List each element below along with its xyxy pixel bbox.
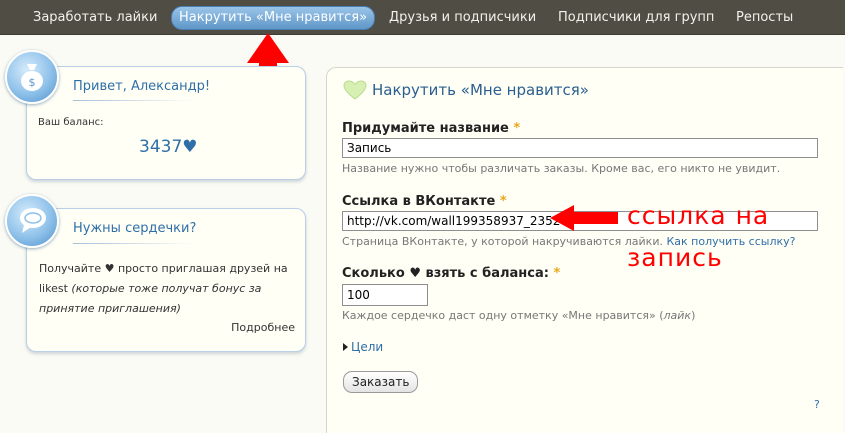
link-hint-text: Страница ВКонтакте, у которой накручиваю… [342, 235, 663, 248]
required-mark: * [499, 194, 507, 209]
greeting-card: Привет, Александр! Ваш баланс: 3437♥ [26, 66, 306, 180]
required-mark: * [553, 266, 561, 281]
amount-hint-suffix: ) [691, 309, 696, 322]
divider [73, 100, 195, 101]
goals-toggle[interactable]: Цели [343, 340, 383, 354]
hearts-amount-input[interactable] [342, 284, 428, 306]
order-name-input[interactable] [342, 138, 818, 158]
name-label: Придумайте название * [342, 121, 520, 136]
divider [73, 243, 195, 244]
nav-earn-likes[interactable]: Заработать лайки [33, 9, 157, 27]
nav-boost-likes[interactable]: Накрутить «Мне нравится» [171, 6, 376, 30]
hearts-description: Получайте ♥ просто приглашая друзей на l… [39, 259, 294, 319]
speech-bubble-icon [5, 194, 59, 248]
heart-icon [343, 80, 367, 100]
svg-text:$: $ [29, 76, 36, 89]
annotation-text-line2: запись [627, 243, 723, 272]
link-label: Ссылка в ВКонтакте * [342, 194, 507, 209]
form-title: Накрутить «Мне нравится» [372, 81, 589, 99]
amount-label: Сколько ♥ взять с баланса: * [342, 266, 560, 281]
name-label-text: Придумайте название [342, 121, 509, 136]
hearts-text-italic: (которые тоже получат бонус за принятие … [39, 282, 262, 315]
goals-link[interactable]: Цели [351, 340, 383, 354]
annotation-left-arrow [550, 205, 618, 231]
name-hint: Название нужно чтобы различать заказы. К… [342, 162, 781, 175]
order-form-panel: Накрутить «Мне нравится» Придумайте назв… [326, 67, 843, 433]
top-navigation: Заработать лайки Накрутить «Мне нравится… [0, 0, 845, 35]
hearts-title: Нужны сердечки? [73, 221, 197, 236]
balance-label: Ваш баланс: [38, 117, 104, 128]
greeting-title: Привет, Александр! [73, 79, 211, 94]
link-label-text: Ссылка в ВКонтакте [342, 194, 496, 209]
help-mark[interactable]: ? [814, 398, 820, 411]
nav-friends-followers[interactable]: Друзья и подписчики [389, 9, 536, 27]
nav-reposts[interactable]: Репосты [736, 9, 793, 27]
nav-group-subscribers[interactable]: Подписчики для групп [558, 9, 714, 27]
amount-hint-text: Каждое сердечко даст одну отметку «Мне н… [342, 309, 664, 322]
amount-label-text: Сколько ♥ взять с баланса: [342, 266, 549, 281]
money-bag-icon: $ [5, 50, 59, 104]
hearts-card: Нужны сердечки? Получайте ♥ просто пригл… [26, 208, 306, 352]
required-mark: * [513, 121, 521, 136]
amount-hint-italic: лайк [663, 309, 692, 322]
link-hint: Страница ВКонтакте, у которой накручиваю… [342, 235, 795, 248]
annotation-text-line1: ссылка на [627, 201, 770, 230]
triangle-right-icon [343, 343, 348, 351]
order-button[interactable]: Заказать [343, 371, 419, 393]
balance-value: 3437♥ [139, 137, 198, 157]
more-link[interactable]: Подробнее [231, 321, 295, 334]
amount-hint: Каждое сердечко даст одну отметку «Мне н… [342, 309, 695, 322]
